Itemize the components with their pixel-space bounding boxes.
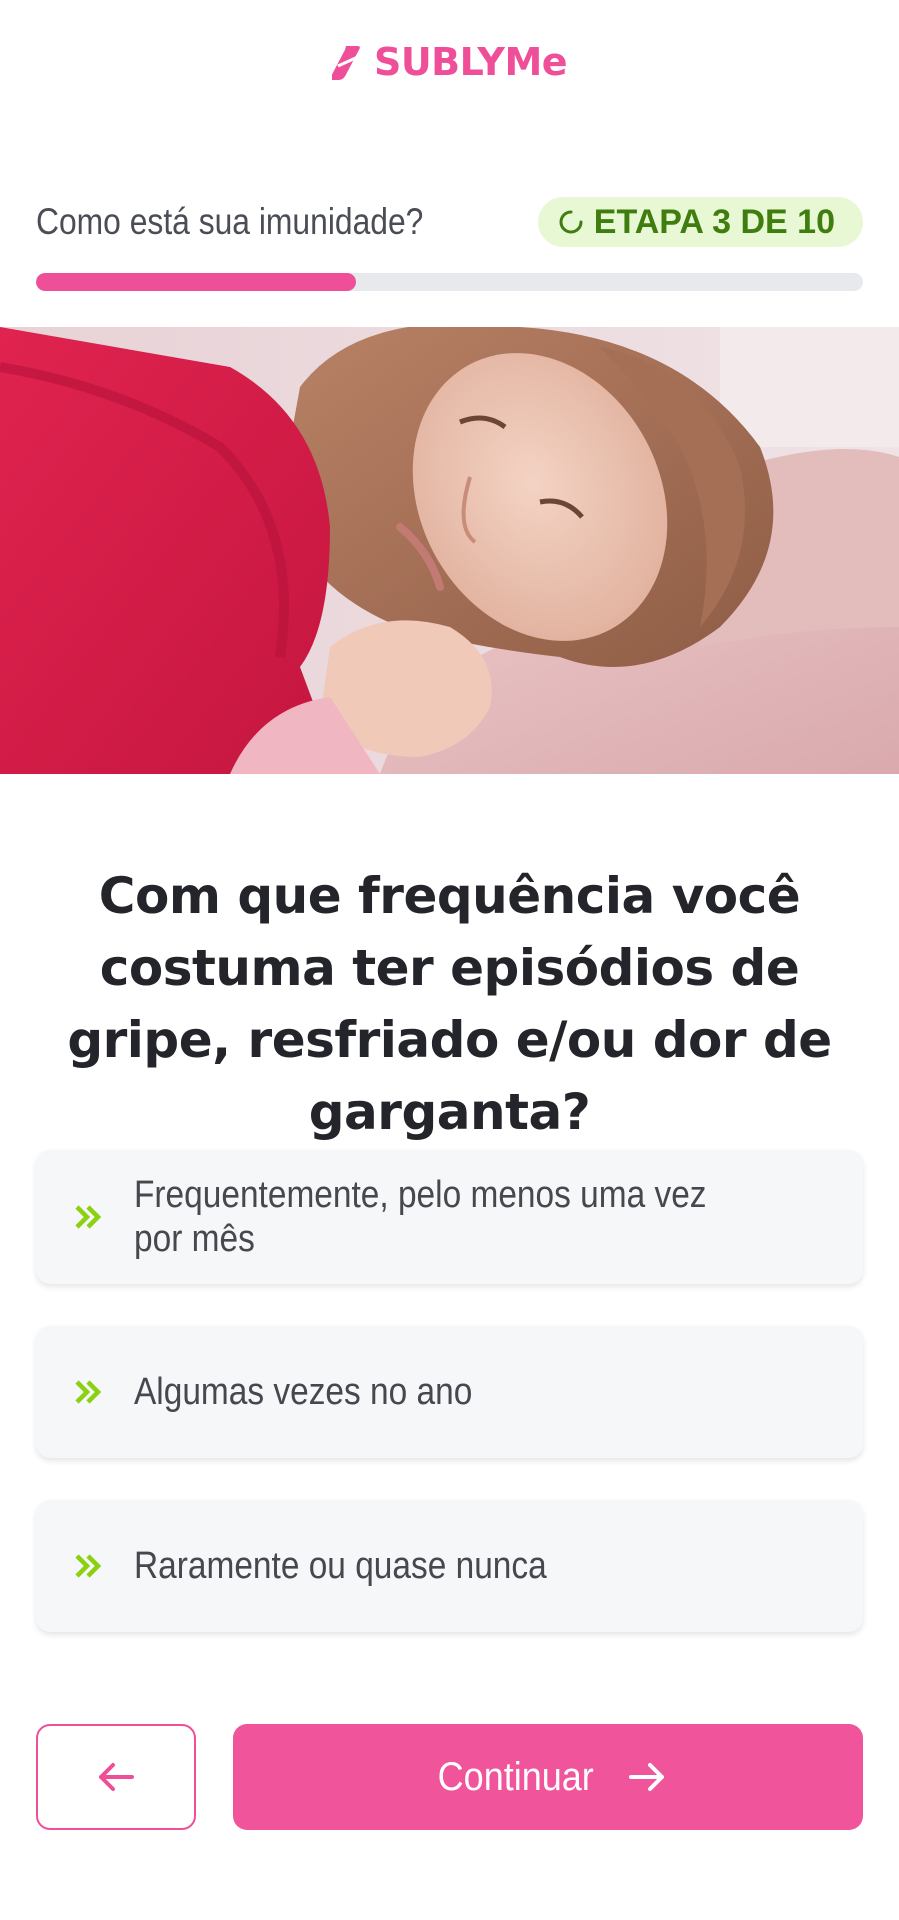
hero-illustration xyxy=(0,327,899,774)
loading-spinner-icon xyxy=(559,210,583,234)
answer-option-rarely[interactable]: Raramente ou quase nunca xyxy=(36,1500,863,1632)
hero-image xyxy=(0,327,899,774)
double-chevron-right-icon xyxy=(75,1205,102,1229)
double-chevron-right-icon xyxy=(75,1554,102,1578)
brand-logo: SUBLYMe xyxy=(0,40,899,84)
step-badge: ETAPA 3 DE 10 xyxy=(537,197,863,247)
arrow-left-icon xyxy=(99,1763,134,1791)
answer-option-label: Algumas vezes no ano xyxy=(134,1371,473,1413)
step-badge-text: ETAPA 3 DE 10 xyxy=(593,202,835,241)
progress-bar-fill xyxy=(36,273,357,291)
step-header: Como está sua imunidade? ETAPA 3 DE 10 xyxy=(36,196,863,248)
answer-option-label: Frequentemente, pelo menos uma vez por m… xyxy=(134,1174,707,1260)
answer-option-frequently[interactable]: Frequentemente, pelo menos uma vez por m… xyxy=(36,1150,863,1284)
progress-bar xyxy=(36,273,863,291)
brand-name: SUBLYMe xyxy=(373,40,568,84)
double-chevron-right-icon xyxy=(75,1380,102,1404)
answer-option-sometimes[interactable]: Algumas vezes no ano xyxy=(36,1326,863,1458)
arrow-right-icon xyxy=(628,1763,664,1791)
answer-option-label: Raramente ou quase nunca xyxy=(134,1545,547,1587)
question-title: Com que frequência você costuma ter epis… xyxy=(67,867,832,1141)
continue-button-label: Continuar xyxy=(437,1754,595,1799)
continue-button[interactable]: Continuar xyxy=(233,1724,863,1830)
step-title: Como está sua imunidade? xyxy=(36,201,424,242)
logo-mark-icon xyxy=(331,46,361,80)
back-button[interactable] xyxy=(36,1724,196,1830)
